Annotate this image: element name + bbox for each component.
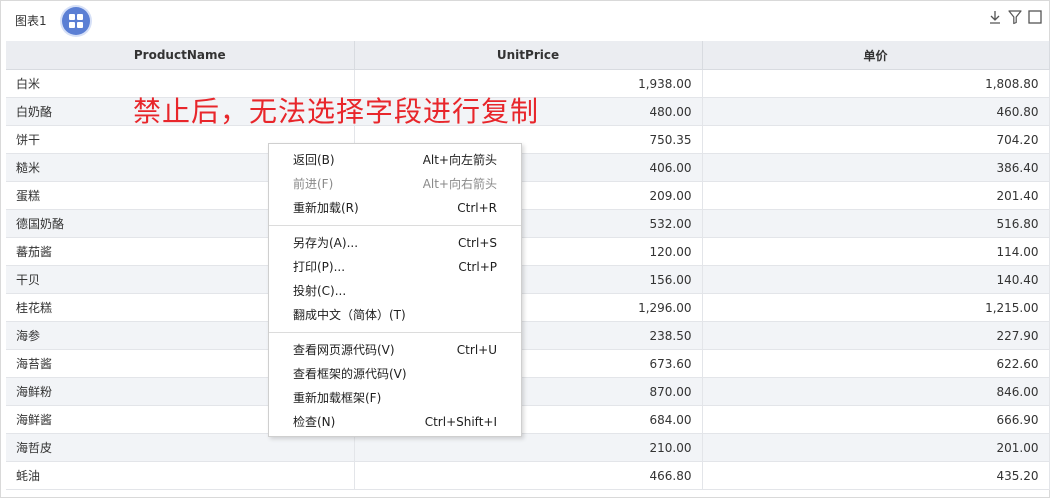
table-row: 海哲皮 210.00 201.00 [6, 433, 1050, 462]
table-row: 蛋糕 209.00 201.40 [6, 181, 1050, 210]
chart-title: 图表1 [15, 14, 47, 28]
grid-layout-icon [69, 14, 83, 28]
price-cell: 846.00 [702, 377, 1050, 406]
price-cell: 704.20 [702, 125, 1050, 154]
price-cell: 140.40 [702, 265, 1050, 294]
panel-tools [987, 9, 1043, 25]
menu-item-label: 重新加载框架(F) [293, 391, 382, 405]
context-menu-item[interactable]: 重新加载(R) Ctrl+R [269, 196, 521, 220]
table-row: 德国奶酪 532.00 516.80 [6, 209, 1050, 238]
context-menu-item[interactable]: 查看网页源代码(V) Ctrl+U [269, 338, 521, 362]
menu-item-label: 重新加载(R) [293, 201, 359, 215]
menu-item-shortcut: Ctrl+U [456, 343, 497, 357]
menu-item-shortcut: Ctrl+R [457, 201, 497, 215]
menu-item-shortcut: Alt+向左箭头 [422, 153, 497, 167]
context-menu-item[interactable]: 翻成中文（简体）(T) [269, 303, 521, 327]
context-menu-item[interactable]: 检查(N) Ctrl+Shift+I [269, 410, 521, 434]
chart-panel: 图表1 ProductName UnitPrice 单价 白米 1,938.00… [0, 0, 1050, 498]
context-menu-item[interactable]: 投射(C)... [269, 279, 521, 303]
price-cell: 227.90 [702, 321, 1050, 350]
unit-price-cell: 466.80 [354, 461, 703, 490]
menu-item-label: 投射(C)... [293, 284, 347, 298]
price-cell: 666.90 [702, 405, 1050, 434]
context-menu: 返回(B) Alt+向左箭头前进(F) Alt+向右箭头重新加载(R) Ctrl+R 另… [268, 143, 522, 437]
price-cell: 1,808.80 [702, 69, 1050, 98]
context-menu-item[interactable]: 查看框架的源代码(V) [269, 362, 521, 386]
menu-item-label: 前进(F) [293, 177, 334, 191]
table-row: 海鲜酱 684.00 666.90 [6, 405, 1050, 434]
menu-item-shortcut: Ctrl+Shift+I [424, 415, 497, 429]
menu-separator [269, 332, 521, 333]
table-row: 糙米 406.00 386.40 [6, 153, 1050, 182]
price-cell: 386.40 [702, 153, 1050, 182]
column-header[interactable]: 单价 [702, 41, 1050, 70]
panel-toolbar: 图表1 [1, 1, 1049, 39]
table-row: 海鲜粉 870.00 846.00 [6, 377, 1050, 406]
product-name-cell: 海哲皮 [6, 433, 355, 462]
menu-item-label: 翻成中文（简体）(T) [293, 308, 406, 322]
maximize-icon[interactable] [1027, 9, 1043, 25]
menu-separator [269, 225, 521, 226]
price-cell: 622.60 [702, 349, 1050, 378]
table-row: 海苔酱 673.60 622.60 [6, 349, 1050, 378]
price-cell: 460.80 [702, 97, 1050, 126]
menu-item-shortcut: Ctrl+P [458, 260, 497, 274]
download-icon[interactable] [987, 9, 1003, 25]
column-header[interactable]: UnitPrice [354, 41, 703, 70]
product-name-cell: 蚝油 [6, 461, 355, 490]
menu-item-shortcut: Alt+向右箭头 [422, 177, 497, 191]
menu-item-label: 查看网页源代码(V) [293, 343, 395, 357]
filter-icon[interactable] [1007, 9, 1023, 25]
unit-price-cell: 210.00 [354, 433, 703, 462]
menu-item-label: 检查(N) [293, 415, 336, 429]
menu-item-label: 查看框架的源代码(V) [293, 367, 407, 381]
table-row: 干贝 156.00 140.40 [6, 265, 1050, 294]
context-menu-item[interactable]: 返回(B) Alt+向左箭头 [269, 148, 521, 172]
table-header-row: ProductName UnitPrice 单价 [6, 41, 1050, 70]
grid-layout-button[interactable] [62, 7, 90, 35]
menu-item-label: 返回(B) [293, 153, 335, 167]
price-cell: 114.00 [702, 237, 1050, 266]
table-row: 海参 238.50 227.90 [6, 321, 1050, 350]
context-menu-item[interactable]: 打印(P)... Ctrl+P [269, 255, 521, 279]
column-header[interactable]: ProductName [6, 41, 355, 70]
context-menu-item[interactable]: 另存为(A)... Ctrl+S [269, 231, 521, 255]
price-cell: 201.00 [702, 433, 1050, 462]
price-cell: 516.80 [702, 209, 1050, 238]
table-row: 桂花糕 1,296.00 1,215.00 [6, 293, 1050, 322]
annotation-text: 禁止后，无法选择字段进行复制 [133, 95, 540, 128]
menu-item-label: 另存为(A)... [293, 236, 359, 250]
table-row: 蕃茄酱 120.00 114.00 [6, 237, 1050, 266]
price-cell: 201.40 [702, 181, 1050, 210]
context-menu-item[interactable]: 重新加载框架(F) [269, 386, 521, 410]
price-cell: 1,215.00 [702, 293, 1050, 322]
menu-item-shortcut: Ctrl+S [457, 236, 497, 250]
context-menu-item: 前进(F) Alt+向右箭头 [269, 172, 521, 196]
price-cell: 435.20 [702, 461, 1050, 490]
table-row: 蚝油 466.80 435.20 [6, 461, 1050, 490]
menu-item-label: 打印(P)... [293, 260, 346, 274]
